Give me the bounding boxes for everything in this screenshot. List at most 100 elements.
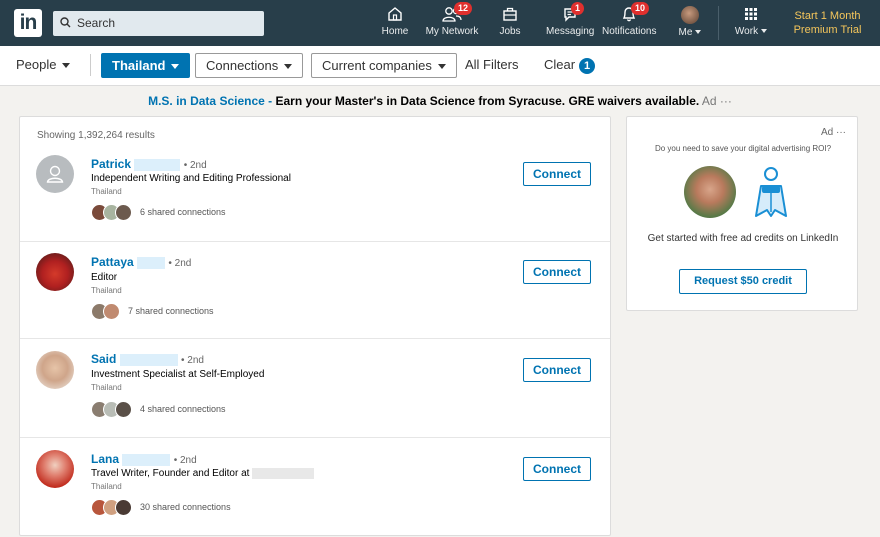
ad-cta-text: Get started with free ad credits on Link… — [647, 233, 839, 244]
ribbon-mascot-icon — [755, 167, 787, 217]
top-navbar: in Search Home 12 My Network Jobs 1 Mess… — [0, 0, 880, 46]
result-location: Thailand — [91, 482, 122, 491]
more-options-icon[interactable]: ··· — [836, 127, 846, 138]
nav-jobs[interactable]: Jobs — [496, 5, 524, 43]
redacted-surname — [122, 453, 171, 466]
result-name-text: Pattaya — [91, 255, 134, 269]
clear-filters-button[interactable]: Clear 1 — [544, 53, 596, 78]
result-name[interactable]: Pattaya • 2nd — [91, 255, 191, 269]
chevron-down-icon — [761, 29, 768, 34]
chevron-down-icon — [437, 64, 446, 70]
banner-ad-label: Ad — [701, 94, 717, 108]
result-name-text: Said — [91, 352, 117, 366]
chevron-down-icon — [695, 30, 702, 35]
connection-degree: • 2nd — [183, 160, 207, 171]
result-name[interactable]: Said • 2nd — [91, 352, 204, 366]
chevron-down-icon — [171, 64, 180, 70]
nav-home[interactable]: Home — [378, 5, 412, 43]
result-location: Thailand — [91, 187, 122, 196]
nav-me[interactable]: Me — [674, 5, 706, 43]
nav-me-label: Me — [678, 27, 693, 38]
redacted-surname — [119, 353, 178, 366]
shared-connections-text: 4 shared connections — [140, 404, 226, 414]
banner-more-icon[interactable]: ··· — [720, 94, 732, 108]
connect-button[interactable]: Connect — [523, 260, 591, 284]
linkedin-logo[interactable]: in — [14, 9, 42, 37]
premium-line-1: Start 1 Month — [794, 10, 861, 22]
ad-label: Ad ··· — [821, 127, 846, 138]
shared-connection-avatar — [115, 401, 132, 418]
ad-question: Do you need to save your digital adverti… — [654, 144, 832, 153]
avatar[interactable] — [36, 351, 74, 389]
home-icon — [388, 7, 402, 21]
results-count: Showing 1,392,264 results — [37, 130, 155, 141]
result-location: Thailand — [91, 383, 122, 392]
result-headline-text: Travel Writer, Founder and Editor at — [91, 468, 250, 480]
filter-bar: People Thailand Connections Current comp… — [0, 46, 880, 86]
banner-link[interactable]: M.S. in Data Science - — [148, 94, 272, 108]
search-icon — [60, 17, 71, 28]
connect-button[interactable]: Connect — [523, 162, 591, 186]
nav-my-network-label: My Network — [425, 26, 479, 37]
grid-icon — [745, 8, 757, 20]
chevron-down-icon — [62, 63, 71, 69]
connect-button[interactable]: Connect — [523, 457, 591, 481]
people-filter-dropdown[interactable]: People — [16, 53, 71, 78]
shared-connection-avatar — [115, 499, 132, 516]
current-companies-filter-button[interactable]: Current companies — [311, 53, 457, 78]
nav-work[interactable]: Work — [733, 5, 769, 43]
search-box[interactable]: Search — [53, 11, 264, 36]
clear-filters-label: Clear — [544, 57, 576, 72]
connections-filter-label: Connections — [206, 58, 279, 73]
shared-connection-avatar — [115, 204, 132, 221]
result-headline: Investment Specialist at Self-Employed — [91, 369, 265, 380]
connections-filter-button[interactable]: Connections — [195, 53, 304, 78]
ad-label-text: Ad — [820, 127, 834, 138]
default-avatar-icon — [46, 165, 64, 183]
nav-notifications[interactable]: 10 Notifications — [602, 2, 656, 43]
premium-line-2: Premium Trial — [793, 24, 862, 36]
request-credit-button[interactable]: Request $50 credit — [679, 269, 807, 294]
result-name-text: Patrick — [91, 157, 132, 171]
list-item: Lana • 2nd Travel Writer, Founder and Ed… — [20, 438, 610, 537]
shared-connections-text: 7 shared connections — [128, 306, 214, 316]
shared-connections-text: 30 shared connections — [140, 502, 231, 512]
nav-my-network[interactable]: 12 My Network — [423, 2, 481, 43]
list-item: Patrick • 2nd Independent Writing and Ed… — [20, 147, 610, 242]
shared-connection-avatar — [103, 303, 120, 320]
connect-button[interactable]: Connect — [523, 358, 591, 382]
premium-trial-link[interactable]: Start 1 Month Premium Trial — [780, 9, 875, 37]
list-item: Pattaya • 2nd Editor Thailand 7 shared c… — [20, 242, 610, 339]
search-results-panel: Showing 1,392,264 results Patrick • 2nd … — [19, 116, 611, 536]
result-headline: Travel Writer, Founder and Editor at — [91, 468, 315, 480]
result-name[interactable]: Lana • 2nd — [91, 452, 197, 466]
all-filters-button[interactable]: All Filters — [465, 53, 518, 78]
nav-work-label: Work — [734, 26, 759, 37]
briefcase-icon — [503, 7, 517, 21]
result-headline: Editor — [91, 272, 118, 283]
filter-divider — [90, 54, 91, 76]
nav-jobs-label: Jobs — [499, 26, 521, 37]
result-name[interactable]: Patrick • 2nd — [91, 157, 207, 171]
redacted-company — [252, 468, 315, 479]
nav-messaging-label: Messaging — [546, 26, 595, 37]
nav-messaging[interactable]: 1 Messaging — [546, 2, 595, 43]
search-input[interactable]: Search — [77, 11, 115, 36]
result-name-text: Lana — [91, 452, 120, 466]
connection-degree: • 2nd — [173, 455, 197, 466]
redacted-surname — [137, 256, 166, 269]
sponsored-banner[interactable]: M.S. in Data Science - Earn your Master'… — [0, 94, 880, 108]
result-location: Thailand — [91, 286, 122, 295]
current-companies-filter-label: Current companies — [322, 58, 432, 73]
nav-divider — [718, 6, 719, 40]
redacted-surname — [134, 158, 181, 171]
sidebar-ad-card: Ad ··· Do you need to save your digital … — [626, 116, 858, 311]
avatar — [681, 6, 699, 24]
avatar[interactable] — [36, 155, 74, 193]
location-filter-button[interactable]: Thailand — [101, 53, 191, 78]
nav-home-label: Home — [381, 26, 409, 37]
avatar[interactable] — [36, 253, 74, 291]
banner-text: Earn your Master's in Data Science from … — [275, 94, 700, 108]
avatar[interactable] — [36, 450, 74, 488]
messaging-badge: 1 — [571, 2, 585, 15]
